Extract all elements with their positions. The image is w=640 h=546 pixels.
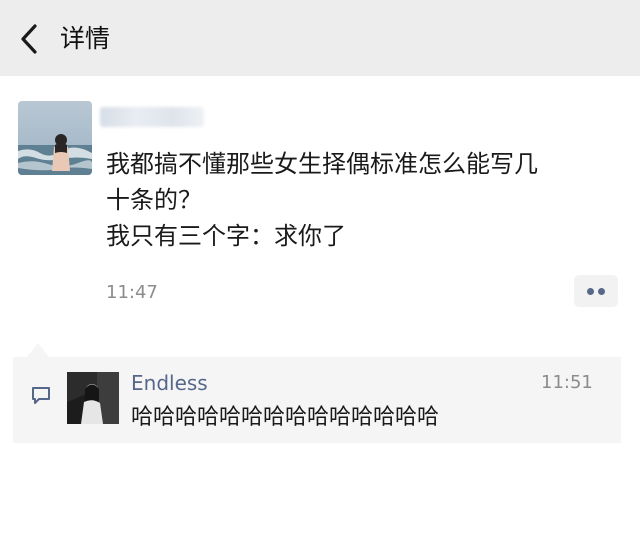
more-actions-button[interactable] bbox=[574, 275, 618, 307]
post-timestamp: 11:47 bbox=[106, 282, 158, 303]
author-name-blurred bbox=[100, 107, 204, 127]
comment-section: Endless 11:51 哈哈哈哈哈哈哈哈哈哈哈哈哈哈 bbox=[13, 357, 621, 443]
author-avatar[interactable] bbox=[18, 101, 92, 175]
chevron-left-icon bbox=[21, 24, 37, 54]
comment-timestamp: 11:51 bbox=[541, 372, 593, 393]
commenter-avatar[interactable] bbox=[67, 372, 119, 424]
post-content: 我都搞不懂那些女生择偶标准怎么能写几 十条的？ 我只有三个字：求你了 bbox=[106, 146, 616, 254]
two-dots-icon bbox=[598, 288, 605, 295]
post-text-line: 我只有三个字：求你了 bbox=[106, 222, 346, 250]
page-title: 详情 bbox=[60, 24, 111, 53]
comment-area-pointer bbox=[27, 343, 49, 357]
commenter-name[interactable]: Endless bbox=[131, 369, 208, 397]
post-text-line: 十条的？ bbox=[106, 186, 202, 214]
comment-text: 哈哈哈哈哈哈哈哈哈哈哈哈哈哈 bbox=[131, 405, 440, 430]
two-dots-icon bbox=[587, 288, 594, 295]
comment-bubble-icon bbox=[30, 384, 52, 406]
post-text-line: 我都搞不懂那些女生择偶标准怎么能写几 bbox=[106, 150, 538, 178]
back-button[interactable] bbox=[16, 22, 46, 56]
top-navigation-bar: 详情 bbox=[0, 0, 640, 76]
